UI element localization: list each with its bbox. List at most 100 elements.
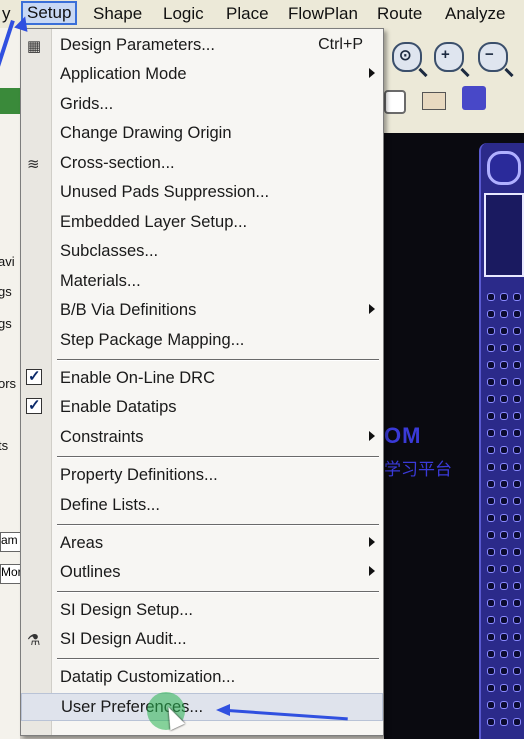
panel-label: ts <box>0 438 9 453</box>
checkbox-checked-icon: ✓ <box>26 397 42 414</box>
via-pad <box>500 701 508 709</box>
via-pad <box>500 599 508 607</box>
menu-item-datatip-customization[interactable]: Datatip Customization... <box>21 664 383 692</box>
submenu-arrow-icon <box>369 431 375 441</box>
menu-separator <box>57 456 379 458</box>
menu-item-grids[interactable]: Grids... <box>21 91 383 119</box>
design-parameters-icon: ▦ <box>27 38 42 55</box>
panel-field[interactable]: Mor <box>0 564 20 584</box>
via-pad <box>500 565 508 573</box>
via-pad <box>487 412 495 420</box>
panel-label: avi <box>0 254 15 269</box>
via-pad <box>487 344 495 352</box>
via-pad <box>513 531 521 539</box>
menu-item-areas[interactable]: Areas <box>21 530 383 558</box>
menu-item-enable-datatips[interactable]: ✓ Enable Datatips <box>21 394 383 422</box>
shape-tool-icon[interactable] <box>384 90 406 114</box>
checkbox-checked-icon: ✓ <box>26 368 42 385</box>
board-ring <box>487 151 521 185</box>
menu-item-subclasses[interactable]: Subclasses... <box>21 238 383 266</box>
layer-tool-icon[interactable] <box>462 86 486 110</box>
via-pad <box>487 361 495 369</box>
menu-item-step-package-mapping[interactable]: Step Package Mapping... <box>21 327 383 355</box>
submenu-arrow-icon <box>369 566 375 576</box>
menu-separator <box>57 524 379 526</box>
menu-bar: y Setup Shape Logic Place FlowPlan Route… <box>0 0 524 29</box>
annotation-arrowhead-icon <box>216 704 230 716</box>
via-pad <box>513 616 521 624</box>
panel-tool-icon[interactable] <box>0 88 20 114</box>
via-pad <box>487 429 495 437</box>
menu-item-outlines[interactable]: Outlines <box>21 559 383 587</box>
via-pad <box>487 446 495 454</box>
menu-place[interactable]: Place <box>222 3 273 25</box>
via-pad <box>513 650 521 658</box>
via-pad <box>513 565 521 573</box>
panel-label: gs <box>0 316 12 331</box>
via-pad <box>513 293 521 301</box>
via-pad <box>500 378 508 386</box>
via-pad <box>513 344 521 352</box>
via-pad <box>513 361 521 369</box>
menu-logic[interactable]: Logic <box>159 3 208 25</box>
menu-shape[interactable]: Shape <box>89 3 146 25</box>
menu-item-si-design-setup[interactable]: SI Design Setup... <box>21 597 383 625</box>
menu-analyze[interactable]: Analyze <box>441 3 509 25</box>
via-pad <box>487 599 495 607</box>
via-pad <box>513 497 521 505</box>
via-pad <box>487 684 495 692</box>
menu-item-change-drawing-origin[interactable]: Change Drawing Origin <box>21 120 383 148</box>
via-pad <box>500 531 508 539</box>
via-pad <box>487 701 495 709</box>
via-pad <box>487 548 495 556</box>
design-canvas[interactable]: OM 学习平台 <box>384 133 524 739</box>
menu-item-constraints[interactable]: Constraints <box>21 424 383 452</box>
menu-item-embedded-layer-setup[interactable]: Embedded Layer Setup... <box>21 209 383 237</box>
menu-item-design-parameters[interactable]: ▦ Design Parameters... Ctrl+P <box>21 32 383 60</box>
setup-menu: ▦ Design Parameters... Ctrl+P Applicatio… <box>20 28 384 736</box>
menu-flowplan[interactable]: FlowPlan <box>284 3 362 25</box>
submenu-arrow-icon <box>369 68 375 78</box>
menu-item-cross-section[interactable]: ≋ Cross-section... <box>21 150 383 178</box>
via-pad <box>487 497 495 505</box>
panel-field[interactable]: am <box>0 532 20 552</box>
menu-route[interactable]: Route <box>373 3 426 25</box>
via-pad <box>487 378 495 386</box>
via-pad <box>500 463 508 471</box>
zoom-fit-icon[interactable]: ⊙ <box>392 42 428 78</box>
menu-separator <box>57 658 379 660</box>
menu-item-application-mode[interactable]: Application Mode <box>21 61 383 89</box>
menu-item-bb-via-definitions[interactable]: B/B Via Definitions <box>21 297 383 325</box>
via-pad <box>500 446 508 454</box>
panel-label: gs <box>0 284 12 299</box>
via-pad <box>500 718 508 726</box>
via-pad <box>487 565 495 573</box>
via-pad <box>487 327 495 335</box>
zoom-in-icon[interactable]: + <box>434 42 470 78</box>
via-pad <box>513 684 521 692</box>
via-pad <box>513 599 521 607</box>
menu-item-property-definitions[interactable]: Property Definitions... <box>21 462 383 490</box>
via-pad <box>487 395 495 403</box>
via-pad <box>500 650 508 658</box>
via-pad <box>513 446 521 454</box>
via-pad <box>487 582 495 590</box>
menu-item-si-design-audit[interactable]: ⚗ SI Design Audit... <box>21 626 383 654</box>
via-pad <box>513 429 521 437</box>
watermark-text: OM <box>384 423 422 448</box>
frame-tool-icon[interactable] <box>422 92 446 110</box>
via-pad <box>500 344 508 352</box>
via-pad <box>487 718 495 726</box>
menu-separator <box>57 591 379 593</box>
menu-item-enable-online-drc[interactable]: ✓ Enable On-Line DRC <box>21 365 383 393</box>
via-pad <box>513 582 521 590</box>
via-pad <box>487 531 495 539</box>
via-pad <box>487 667 495 675</box>
via-pad <box>487 633 495 641</box>
zoom-out-icon[interactable]: − <box>478 42 514 78</box>
via-pad <box>500 327 508 335</box>
menu-item-unused-pads-suppression[interactable]: Unused Pads Suppression... <box>21 179 383 207</box>
menu-item-materials[interactable]: Materials... <box>21 268 383 296</box>
via-pad <box>500 548 508 556</box>
menu-item-define-lists[interactable]: Define Lists... <box>21 492 383 520</box>
